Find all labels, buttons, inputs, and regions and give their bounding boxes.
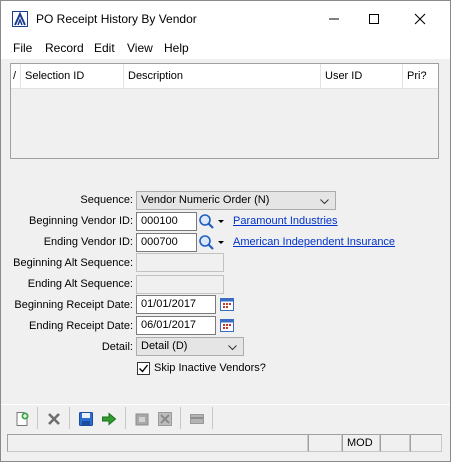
chevron-down-icon bbox=[320, 196, 329, 209]
end-receipt-date-label: Ending Receipt Date: bbox=[29, 320, 133, 332]
status-bar: MOD bbox=[1, 433, 450, 453]
status-panel-blank-2 bbox=[380, 434, 410, 452]
search-icon[interactable] bbox=[198, 233, 216, 252]
toolbar-separator bbox=[37, 407, 38, 429]
search-icon[interactable] bbox=[198, 212, 216, 231]
skip-inactive-checkbox[interactable] bbox=[137, 362, 150, 375]
title-bar[interactable]: PO Receipt History By Vendor bbox=[1, 1, 450, 37]
status-panel-blank bbox=[308, 434, 342, 452]
selection-grid[interactable]: / Selection ID Description User ID Pri? bbox=[10, 63, 439, 159]
begin-receipt-date-input[interactable]: 01/01/2017 bbox=[136, 295, 216, 314]
toolbar-separator bbox=[180, 407, 181, 429]
status-panel-blank-3 bbox=[410, 434, 442, 452]
toolbar-separator bbox=[212, 407, 213, 429]
window-title: PO Receipt History By Vendor bbox=[36, 12, 197, 26]
chevron-down-icon[interactable] bbox=[216, 233, 226, 252]
end-alt-sequence-label: Ending Alt Sequence: bbox=[27, 278, 133, 290]
menu-record[interactable]: Record bbox=[45, 41, 84, 55]
begin-alt-sequence-input[interactable] bbox=[136, 253, 224, 272]
delete-selection-icon bbox=[154, 409, 176, 429]
toolbar-separator bbox=[125, 407, 126, 429]
report-window: PO Receipt History By Vendor File Record… bbox=[0, 0, 451, 462]
calendar-icon[interactable] bbox=[219, 296, 235, 312]
menu-file[interactable]: File bbox=[13, 41, 32, 55]
end-receipt-date-input[interactable]: 06/01/2017 bbox=[136, 316, 216, 335]
begin-receipt-date-label: Beginning Receipt Date: bbox=[14, 299, 133, 311]
status-panel-message bbox=[7, 434, 308, 452]
print-icon bbox=[131, 409, 153, 429]
toolbar-divider bbox=[1, 404, 450, 405]
end-vendor-input[interactable]: 000700 bbox=[136, 233, 197, 252]
new-record-icon[interactable] bbox=[11, 409, 33, 429]
detail-value: Detail (D) bbox=[141, 340, 188, 352]
menu-view[interactable]: View bbox=[127, 41, 153, 55]
panel-icon bbox=[186, 409, 208, 429]
end-vendor-label: Ending Vendor ID: bbox=[43, 236, 133, 248]
menu-bar: File Record Edit View Help bbox=[1, 37, 450, 59]
end-alt-sequence-input[interactable] bbox=[136, 275, 224, 294]
column-header-selection-id[interactable]: Selection ID bbox=[21, 64, 124, 89]
grid-header: / Selection ID Description User ID Pri? bbox=[11, 64, 438, 89]
end-vendor-name-link[interactable]: American Independent Insurance bbox=[233, 236, 395, 248]
column-header-user-id[interactable]: User ID bbox=[321, 64, 403, 89]
menu-help[interactable]: Help bbox=[164, 41, 189, 55]
begin-vendor-input[interactable]: 000100 bbox=[136, 212, 197, 231]
close-button[interactable] bbox=[397, 1, 443, 37]
app-logo-icon bbox=[12, 11, 28, 27]
sequence-value: Vendor Numeric Order (N) bbox=[141, 194, 270, 206]
proceed-arrow-icon[interactable] bbox=[98, 409, 120, 429]
begin-vendor-label: Beginning Vendor ID: bbox=[29, 215, 133, 227]
detail-dropdown[interactable]: Detail (D) bbox=[136, 337, 244, 356]
detail-label: Detail: bbox=[101, 341, 133, 353]
chevron-down-icon bbox=[228, 342, 237, 355]
maximize-button[interactable] bbox=[351, 1, 397, 37]
toolbar-separator bbox=[69, 407, 70, 429]
save-icon[interactable] bbox=[75, 409, 97, 429]
begin-alt-sequence-label: Beginning Alt Sequence: bbox=[13, 257, 133, 269]
delete-icon[interactable] bbox=[43, 409, 65, 429]
status-mode: MOD bbox=[342, 434, 380, 452]
column-header-marker[interactable]: / bbox=[11, 64, 21, 89]
sequence-label: Sequence: bbox=[80, 194, 133, 206]
begin-vendor-name-link[interactable]: Paramount Industries bbox=[233, 215, 338, 227]
column-header-description[interactable]: Description bbox=[124, 64, 321, 89]
chevron-down-icon[interactable] bbox=[216, 212, 226, 231]
column-header-pri[interactable]: Pri? bbox=[403, 64, 438, 89]
skip-inactive-label: Skip Inactive Vendors? bbox=[154, 362, 266, 374]
sequence-dropdown[interactable]: Vendor Numeric Order (N) bbox=[136, 191, 336, 210]
menu-edit[interactable]: Edit bbox=[94, 41, 115, 55]
calendar-icon[interactable] bbox=[219, 317, 235, 333]
